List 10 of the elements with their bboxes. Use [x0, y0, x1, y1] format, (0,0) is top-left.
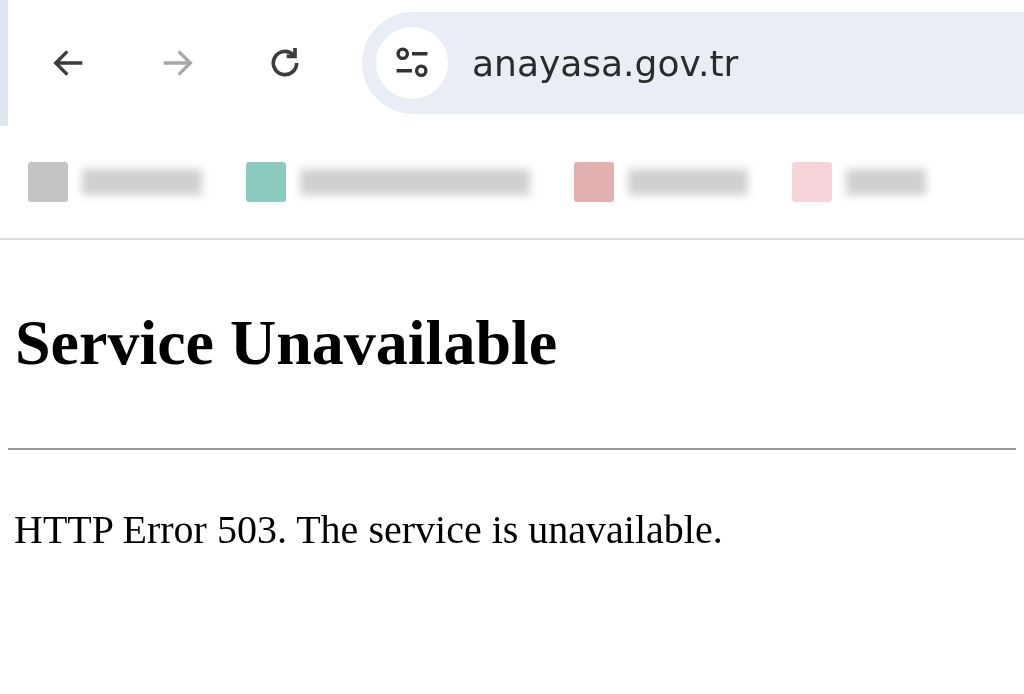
page-heading: Service Unavailable [15, 308, 559, 379]
site-info-button[interactable] [376, 27, 448, 99]
url-text: anayasa.gov.tr [472, 42, 739, 84]
blurred-bookmark[interactable] [28, 162, 202, 202]
tune-icon [393, 46, 431, 80]
blurred-bookmark[interactable] [246, 162, 530, 202]
blurred-bookmark[interactable] [792, 162, 926, 202]
blurred-bookmark[interactable] [574, 162, 748, 202]
error-message: HTTP Error 503. The service is unavailable. [14, 506, 724, 554]
address-bar[interactable]: anayasa.gov.tr [362, 12, 1024, 114]
